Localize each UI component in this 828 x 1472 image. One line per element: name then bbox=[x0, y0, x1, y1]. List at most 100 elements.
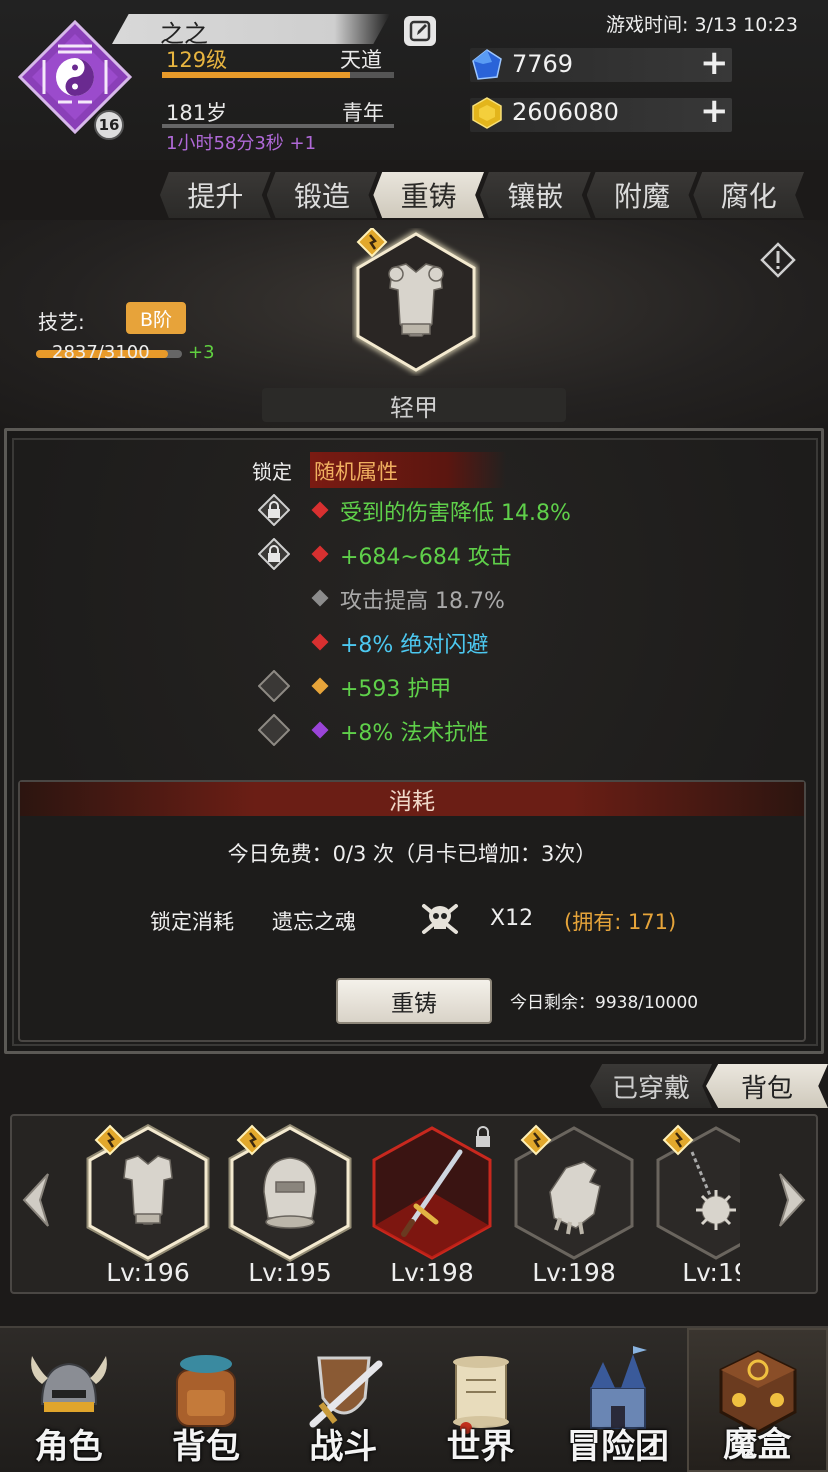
padlock-icon bbox=[476, 1126, 490, 1147]
pencil-icon bbox=[409, 20, 431, 42]
nav-item-3[interactable]: 世界 bbox=[412, 1328, 549, 1472]
attribute-row: 攻击提高 18.7% bbox=[250, 578, 810, 618]
nav-label: 冒险团 bbox=[566, 1427, 669, 1467]
equipment-level: Lv:196 bbox=[106, 1258, 190, 1287]
tab-upgrade[interactable]: 提升 bbox=[160, 172, 271, 218]
selected-item-light-armor[interactable] bbox=[352, 228, 480, 376]
nav-label: 背包 bbox=[171, 1427, 240, 1467]
helmet-icon bbox=[228, 1124, 352, 1262]
equipment-slot-helmet[interactable]: Lv:195 bbox=[224, 1118, 356, 1294]
equipment-level: Lv:198 bbox=[390, 1258, 474, 1287]
nav-item-2[interactable]: 战斗 bbox=[275, 1328, 412, 1472]
random-attr-header: 随机属性 bbox=[314, 460, 398, 484]
level-progress-fill bbox=[162, 72, 350, 78]
forge-tabs: 提升 锻造 重铸 镶嵌 附魔 腐化 bbox=[160, 172, 805, 218]
tab-forge[interactable]: 锻造 bbox=[266, 172, 378, 218]
lock-cost-label: 锁定消耗 bbox=[150, 910, 234, 934]
flail-icon bbox=[656, 1124, 740, 1260]
skull-icon bbox=[422, 904, 458, 934]
equipment-slot-sword[interactable]: Lv:198 bbox=[366, 1118, 498, 1294]
nav-item-0[interactable]: 角色 bbox=[0, 1328, 137, 1472]
equipment-level: Lv:19 bbox=[682, 1258, 740, 1287]
unlocked-slot-icon[interactable] bbox=[258, 714, 290, 746]
gauntlet-icon bbox=[514, 1124, 634, 1260]
locked-padlock-icon[interactable] bbox=[258, 494, 290, 526]
unlocked-slot-icon[interactable] bbox=[258, 670, 290, 702]
attribute-text: 受到的伤害降低 14.8% bbox=[340, 501, 571, 526]
chevron-left-icon[interactable] bbox=[14, 1170, 58, 1230]
lock-column-header: 锁定 bbox=[252, 460, 292, 484]
chevron-right-icon[interactable] bbox=[770, 1170, 814, 1230]
equipment-slot-armor[interactable]: Lv:196 bbox=[82, 1118, 214, 1294]
name-plate bbox=[112, 14, 390, 44]
item-name: 轻甲 bbox=[390, 393, 438, 422]
player-level: 129级 bbox=[166, 48, 228, 72]
nav-item-1[interactable]: 背包 bbox=[137, 1328, 274, 1472]
gem-value: 7769 bbox=[512, 50, 574, 78]
attribute-text: +8% 绝对闪避 bbox=[340, 633, 489, 658]
nav-label: 战斗 bbox=[309, 1427, 378, 1467]
tab-enchant[interactable]: 附魔 bbox=[586, 172, 698, 218]
gold-value: 2606080 bbox=[512, 98, 619, 126]
attribute-row: +8% 法术抗性 bbox=[250, 710, 810, 750]
equipment-slot-gauntlet[interactable]: Lv:198 bbox=[508, 1118, 640, 1294]
equipment-level: Lv:195 bbox=[248, 1258, 332, 1287]
tab-corrupt[interactable]: 腐化 bbox=[693, 172, 805, 218]
skill-grade-badge: B阶 bbox=[126, 302, 186, 334]
skill-bonus: +3 bbox=[188, 342, 215, 363]
equipment-list: Lv:196 Lv:195 Lv:198 Lv:198 Lv:1 bbox=[80, 1118, 740, 1294]
skill-label: 技艺: bbox=[38, 310, 85, 334]
player-age-stage: 青年 bbox=[342, 101, 384, 125]
gem-counter bbox=[470, 48, 732, 82]
gold-coin-icon bbox=[472, 97, 502, 129]
age-bar bbox=[162, 124, 394, 128]
equipment-tabs: 已穿戴 背包 bbox=[590, 1064, 828, 1108]
player-realm: 天道 bbox=[340, 48, 382, 72]
sword-icon bbox=[372, 1126, 492, 1260]
age-timer: 1小时58分3秒 +1 bbox=[166, 133, 317, 154]
attribute-text: 攻击提高 18.7% bbox=[340, 589, 505, 614]
attribute-row: +8% 绝对闪避 bbox=[250, 622, 810, 662]
lock-cost-owned: (拥有: 171) bbox=[564, 910, 677, 934]
bottom-navigation: 角色 背包 战斗 世界 冒险团 魔盒 bbox=[0, 1326, 828, 1472]
lock-cost-item-name: 遗忘之魂 bbox=[272, 910, 356, 934]
nav-label: 魔盒 bbox=[723, 1425, 792, 1465]
tab-reforge[interactable]: 重铸 bbox=[373, 172, 485, 218]
tab-equipped[interactable]: 已穿戴 bbox=[590, 1064, 712, 1108]
attribute-gem-icon bbox=[311, 677, 329, 695]
attribute-gem-icon bbox=[311, 633, 329, 651]
nav-label: 世界 bbox=[446, 1427, 515, 1467]
game-time: 游戏时间: 3/13 10:23 bbox=[606, 14, 798, 36]
free-today-text: 今日免费：0/3 次（月卡已增加：3次） bbox=[227, 842, 597, 866]
add-gems-button[interactable]: + bbox=[700, 46, 729, 80]
reforge-button[interactable]: 重铸 bbox=[336, 978, 492, 1024]
add-gold-button[interactable]: + bbox=[700, 94, 729, 128]
attribute-text: +684~684 攻击 bbox=[340, 545, 512, 570]
nav-item-4[interactable]: 冒险团 bbox=[549, 1328, 686, 1472]
blue-gem-icon bbox=[472, 49, 502, 80]
tab-inlay[interactable]: 镶嵌 bbox=[480, 172, 591, 218]
nav-item-5[interactable]: 魔盒 bbox=[686, 1328, 828, 1472]
player-age: 181岁 bbox=[166, 101, 228, 125]
attribute-row: +593 护甲 bbox=[250, 666, 810, 706]
cost-title: 消耗 bbox=[389, 789, 435, 815]
edit-icon[interactable] bbox=[404, 16, 436, 46]
attribute-gem-icon bbox=[311, 501, 329, 519]
equipment-level: Lv:198 bbox=[532, 1258, 616, 1287]
nav-label: 角色 bbox=[34, 1427, 103, 1467]
info-icon[interactable] bbox=[760, 242, 796, 278]
skill-progress-text: 2837/3100 bbox=[52, 342, 150, 363]
tab-backpack[interactable]: 背包 bbox=[706, 1064, 828, 1108]
armor-icon bbox=[86, 1124, 210, 1262]
lock-cost-quantity: X12 bbox=[490, 906, 534, 931]
attribute-row: +684~684 攻击 bbox=[250, 534, 810, 574]
attribute-gem-icon bbox=[311, 589, 329, 607]
attribute-gem-icon bbox=[311, 545, 329, 563]
locked-padlock-icon[interactable] bbox=[258, 538, 290, 570]
attribute-gem-icon bbox=[311, 721, 329, 739]
remaining-today: 今日剩余：9938/10000 bbox=[510, 993, 699, 1013]
attribute-text: +593 护甲 bbox=[340, 677, 452, 702]
avatar-level-badge: 16 bbox=[94, 110, 124, 140]
equipment-slot-flail[interactable]: Lv:19 bbox=[650, 1118, 740, 1294]
attribute-row: 受到的伤害降低 14.8% bbox=[250, 490, 810, 530]
